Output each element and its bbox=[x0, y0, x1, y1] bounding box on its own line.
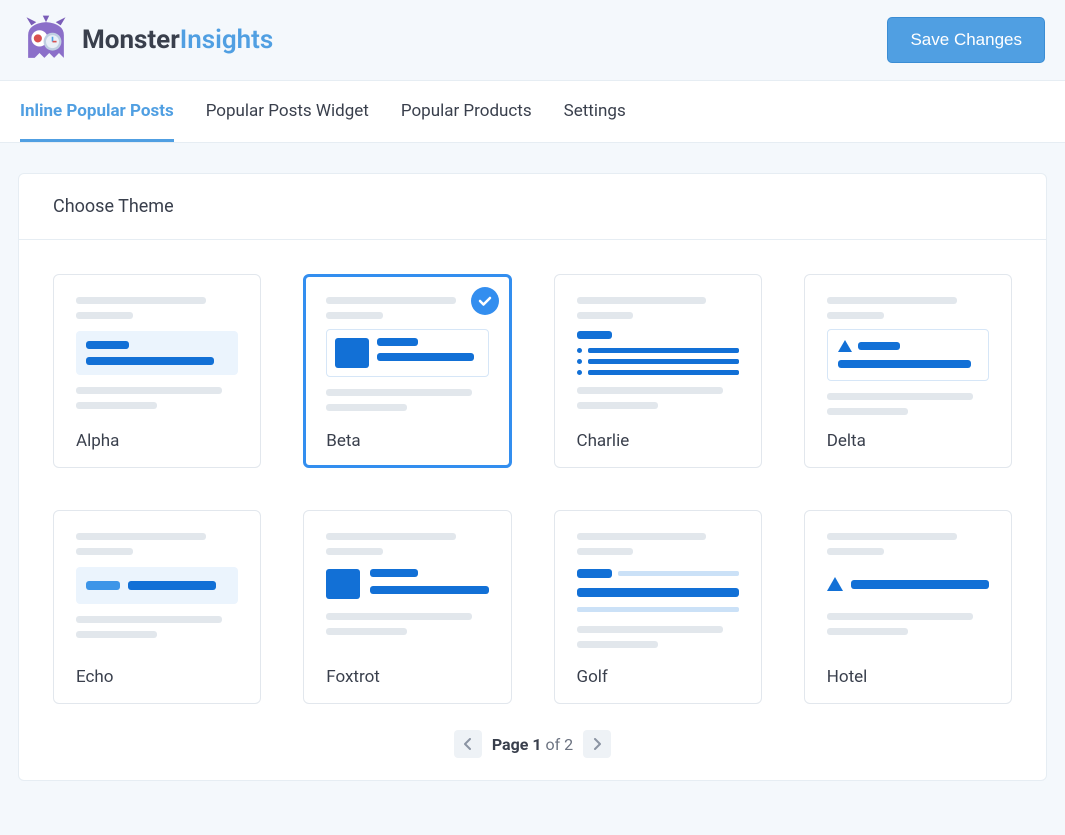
tab-popular-posts-widget[interactable]: Popular Posts Widget bbox=[206, 81, 369, 142]
prev-page-button[interactable] bbox=[454, 730, 482, 758]
chevron-left-icon bbox=[464, 738, 472, 750]
monster-logo-icon bbox=[20, 14, 72, 66]
save-changes-button[interactable]: Save Changes bbox=[887, 17, 1045, 63]
content-area: Choose Theme Alpha bbox=[0, 143, 1065, 811]
theme-card-hotel[interactable]: Hotel bbox=[804, 510, 1012, 704]
theme-grid: Alpha bbox=[19, 240, 1046, 714]
theme-card-alpha[interactable]: Alpha bbox=[53, 274, 261, 468]
theme-label: Charlie bbox=[577, 431, 739, 451]
theme-preview bbox=[827, 533, 989, 653]
choose-theme-panel: Choose Theme Alpha bbox=[18, 173, 1047, 781]
theme-label: Foxtrot bbox=[326, 667, 488, 687]
theme-preview bbox=[326, 533, 488, 653]
theme-card-delta[interactable]: Delta bbox=[804, 274, 1012, 468]
theme-label: Delta bbox=[827, 431, 989, 451]
theme-preview bbox=[577, 533, 739, 653]
theme-preview bbox=[76, 297, 238, 417]
panel-title: Choose Theme bbox=[19, 174, 1046, 240]
theme-card-echo[interactable]: Echo bbox=[53, 510, 261, 704]
theme-card-charlie[interactable]: Charlie bbox=[554, 274, 762, 468]
tab-inline-popular-posts[interactable]: Inline Popular Posts bbox=[20, 81, 174, 142]
theme-card-golf[interactable]: Golf bbox=[554, 510, 762, 704]
checkmark-icon bbox=[471, 287, 499, 315]
tab-settings[interactable]: Settings bbox=[564, 81, 626, 142]
tab-bar: Inline Popular Posts Popular Posts Widge… bbox=[0, 81, 1065, 143]
theme-label: Echo bbox=[76, 667, 238, 687]
theme-preview bbox=[326, 297, 488, 417]
theme-label: Beta bbox=[326, 431, 488, 451]
theme-preview bbox=[577, 297, 739, 417]
theme-card-beta[interactable]: Beta bbox=[303, 274, 511, 468]
theme-card-foxtrot[interactable]: Foxtrot bbox=[303, 510, 511, 704]
theme-preview bbox=[76, 533, 238, 653]
pagination-text: Page 1 of 2 bbox=[492, 735, 573, 754]
pagination: Page 1 of 2 bbox=[19, 714, 1046, 780]
header: MonsterInsights Save Changes bbox=[0, 0, 1065, 81]
brand-logo: MonsterInsights bbox=[20, 14, 273, 66]
chevron-right-icon bbox=[593, 738, 601, 750]
tab-popular-products[interactable]: Popular Products bbox=[401, 81, 532, 142]
theme-label: Alpha bbox=[76, 431, 238, 451]
next-page-button[interactable] bbox=[583, 730, 611, 758]
theme-label: Hotel bbox=[827, 667, 989, 687]
brand-name: MonsterInsights bbox=[82, 25, 273, 55]
theme-label: Golf bbox=[577, 667, 739, 687]
theme-preview bbox=[827, 297, 989, 417]
